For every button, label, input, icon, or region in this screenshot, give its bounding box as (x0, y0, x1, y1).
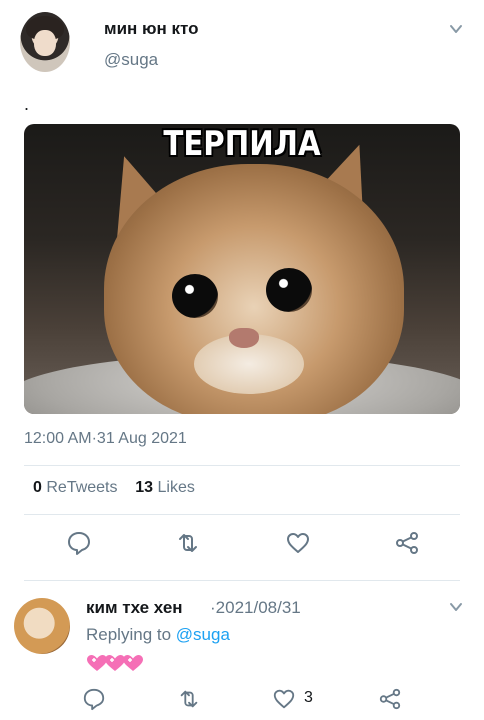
like-icon[interactable] (272, 687, 296, 711)
reply-icon[interactable] (82, 687, 106, 711)
like-icon[interactable] (285, 530, 311, 556)
likes-label[interactable]: Likes (158, 479, 195, 496)
avatar-face (34, 30, 56, 56)
likes-count[interactable]: 13 (135, 479, 153, 496)
cat-eye-left (172, 274, 218, 318)
cat-nose (229, 328, 259, 348)
divider (24, 514, 460, 515)
cat-eye-right (266, 268, 312, 312)
retweet-icon[interactable] (175, 530, 201, 556)
chevron-down-icon[interactable] (449, 600, 463, 614)
tweet-actions (0, 530, 484, 562)
author-name[interactable]: мин юн кто (104, 19, 199, 39)
reply-actions: 3 (0, 687, 484, 717)
reply-author-avatar[interactable] (14, 598, 70, 654)
tweet-header: мин юн кто @suga (0, 0, 484, 100)
retweets-label[interactable]: ReTweets (46, 479, 117, 496)
retweets-count[interactable]: 0 (33, 479, 42, 496)
tweet-text: . (24, 94, 30, 114)
retweet-icon[interactable] (177, 687, 201, 711)
divider (24, 465, 460, 466)
reply-date: ·2021/08/31 (210, 598, 301, 617)
tweet-image[interactable]: ТЕРПИЛА (24, 124, 460, 414)
heart-emoji-icon (123, 655, 143, 671)
share-icon[interactable] (394, 530, 420, 556)
replying-handle-link[interactable]: @suga (176, 625, 230, 644)
chevron-down-icon[interactable] (449, 22, 463, 36)
share-icon[interactable] (378, 687, 402, 711)
image-caption: ТЕРПИЛА (163, 124, 321, 164)
author-avatar[interactable] (20, 12, 70, 72)
reply-tweet[interactable]: ким тхе хен ·2021/08/31 Replying to @sug… (0, 588, 484, 720)
author-handle[interactable]: @suga (104, 50, 158, 70)
reply-like-count: 3 (304, 689, 313, 706)
tweet-timestamp[interactable]: 12:00 AM·31 Aug 2021 (24, 430, 187, 448)
reply-icon[interactable] (66, 530, 92, 556)
divider (24, 580, 460, 581)
tweet-stats: 0 ReTweets 13 Likes (33, 479, 195, 497)
replying-prefix: Replying to (86, 625, 172, 644)
replying-to: Replying to @suga (86, 625, 230, 645)
reply-author-name[interactable]: ким тхе хен (86, 598, 183, 618)
